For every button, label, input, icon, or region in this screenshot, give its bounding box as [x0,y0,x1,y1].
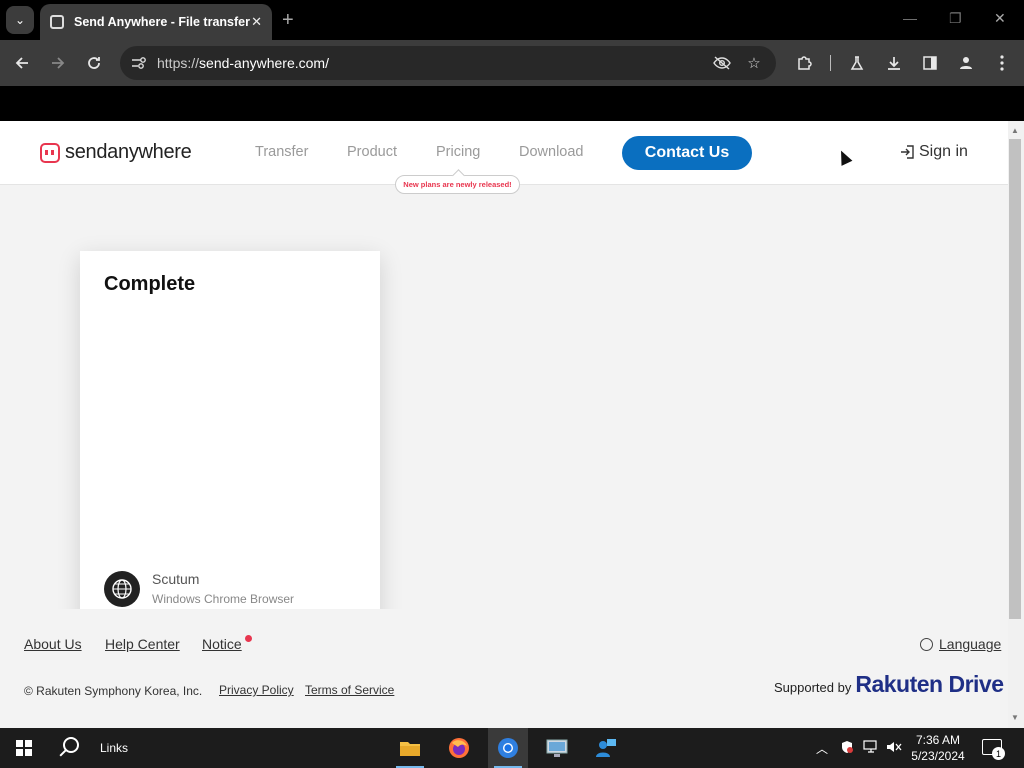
sign-in-label: Sign in [919,143,968,160]
nav-pricing[interactable]: Pricing [436,144,480,160]
logo-text: sendanywhere [65,141,192,163]
reload-icon[interactable] [83,52,105,74]
volume-muted-icon[interactable] [886,740,902,757]
transfer-status-card: Complete Scutum Windows Chrome Browser [80,251,380,631]
globe-icon [920,637,933,651]
minimize-button[interactable]: — [903,10,917,26]
page-scrollbar[interactable]: ▲ ▼ [1008,121,1024,728]
clock-date: 5/23/2024 [911,749,965,763]
back-icon[interactable] [11,52,33,74]
device-entry: Scutum Windows Chrome Browser [104,571,294,607]
firefox-icon[interactable] [439,728,479,768]
url-prefix: https:// [157,55,200,71]
sign-in-link[interactable]: Sign in [900,143,968,161]
footer-help-center[interactable]: Help Center [105,636,180,652]
terms-of-service-link[interactable]: Terms of Service [305,683,394,697]
title-bar: ⌄ Send Anywhere - File transfer ✕ + — ❐ … [0,0,1024,40]
mouse-cursor-icon [835,148,853,166]
browser-tab[interactable]: Send Anywhere - File transfer ✕ [40,4,272,40]
menu-dots-icon[interactable] [991,52,1013,74]
tray-overflow-chevron-icon[interactable]: ︿ [816,740,828,757]
notification-count-badge: 1 [992,747,1005,760]
sendanywhere-logo[interactable]: sendanywhere [40,141,192,164]
forward-icon[interactable] [47,52,69,74]
scroll-up-arrow-icon[interactable]: ▲ [1011,126,1019,135]
system-clock[interactable]: 7:36 AM 5/23/2024 [904,732,972,764]
supported-by-logo[interactable]: Supported by Rakuten Drive [774,671,1004,698]
address-bar[interactable]: https://send-anywhere.com/ ☆ [120,46,776,80]
sign-in-icon [900,145,914,159]
download-icon[interactable] [883,52,905,74]
browser-toolbar: https://send-anywhere.com/ ☆ [0,40,1024,86]
card-heading: Complete [104,273,196,295]
nav-product[interactable]: Product [347,144,397,160]
supported-by-prefix: Supported by [774,680,852,695]
language-label: Language [939,636,1002,652]
tab-title: Send Anywhere - File transfer [74,15,250,29]
globe-avatar-icon [104,571,140,607]
scroll-down-arrow-icon[interactable]: ▼ [1011,713,1019,722]
file-explorer-icon[interactable] [390,728,430,768]
tab-search-chevron-icon[interactable]: ⌄ [6,6,34,34]
security-shield-icon[interactable] [840,740,854,757]
windows-start-icon[interactable] [16,740,32,756]
privacy-policy-link[interactable]: Privacy Policy [219,683,294,697]
pricing-new-badge: New plans are newly released! [395,175,520,194]
send-anywhere-favicon-icon [50,15,64,29]
people-icon[interactable] [586,728,626,768]
footer-notice[interactable]: Notice [202,636,242,652]
notice-dot-badge [245,635,252,642]
close-window-button[interactable]: ✕ [994,10,1006,27]
clock-time: 7:36 AM [915,733,961,747]
taskbar-links-label[interactable]: Links [100,741,128,755]
site-footer: About Us Help Center Notice Language © R… [0,609,1008,728]
sidepanel-icon[interactable] [919,52,941,74]
restore-button[interactable]: ❐ [949,10,962,27]
url-host: send-anywhere.com/ [199,55,329,71]
url-text[interactable]: https://send-anywhere.com/ [157,55,329,71]
remote-desktop-icon[interactable] [537,728,577,768]
extensions-icon[interactable] [793,52,815,74]
logo-mark-icon [40,142,60,163]
site-info-icon[interactable] [130,54,148,72]
toolbar-divider [830,55,831,71]
nav-download[interactable]: Download [519,144,584,160]
tab-close-icon[interactable]: ✕ [251,14,262,30]
scrollbar-thumb[interactable] [1009,139,1021,619]
taskbar-search-icon[interactable] [63,737,79,753]
star-icon[interactable]: ☆ [744,53,764,73]
windows-taskbar: Links ︿ 7:36 AM 5/23/2024 1 [0,728,1024,768]
copyright-text: © Rakuten Symphony Korea, Inc. [24,684,203,698]
nav-transfer[interactable]: Transfer [255,144,308,160]
profile-icon[interactable] [955,52,977,74]
bookmarks-strip [0,86,1024,121]
eye-slash-icon[interactable] [712,53,732,73]
footer-about-us[interactable]: About Us [24,636,82,652]
flask-icon[interactable] [846,52,868,74]
web-page: sendanywhere Transfer Product Pricing Do… [0,121,1008,728]
new-tab-plus-icon[interactable]: + [282,8,294,32]
device-description: Windows Chrome Browser [152,592,295,606]
chrome-icon[interactable] [488,728,528,768]
contact-us-button[interactable]: Contact Us [622,136,752,170]
network-icon[interactable] [863,740,879,757]
language-selector[interactable]: Language [920,636,1001,652]
rakuten-drive-brand: Rakuten Drive [855,671,1004,697]
device-name: Scutum [152,571,200,587]
